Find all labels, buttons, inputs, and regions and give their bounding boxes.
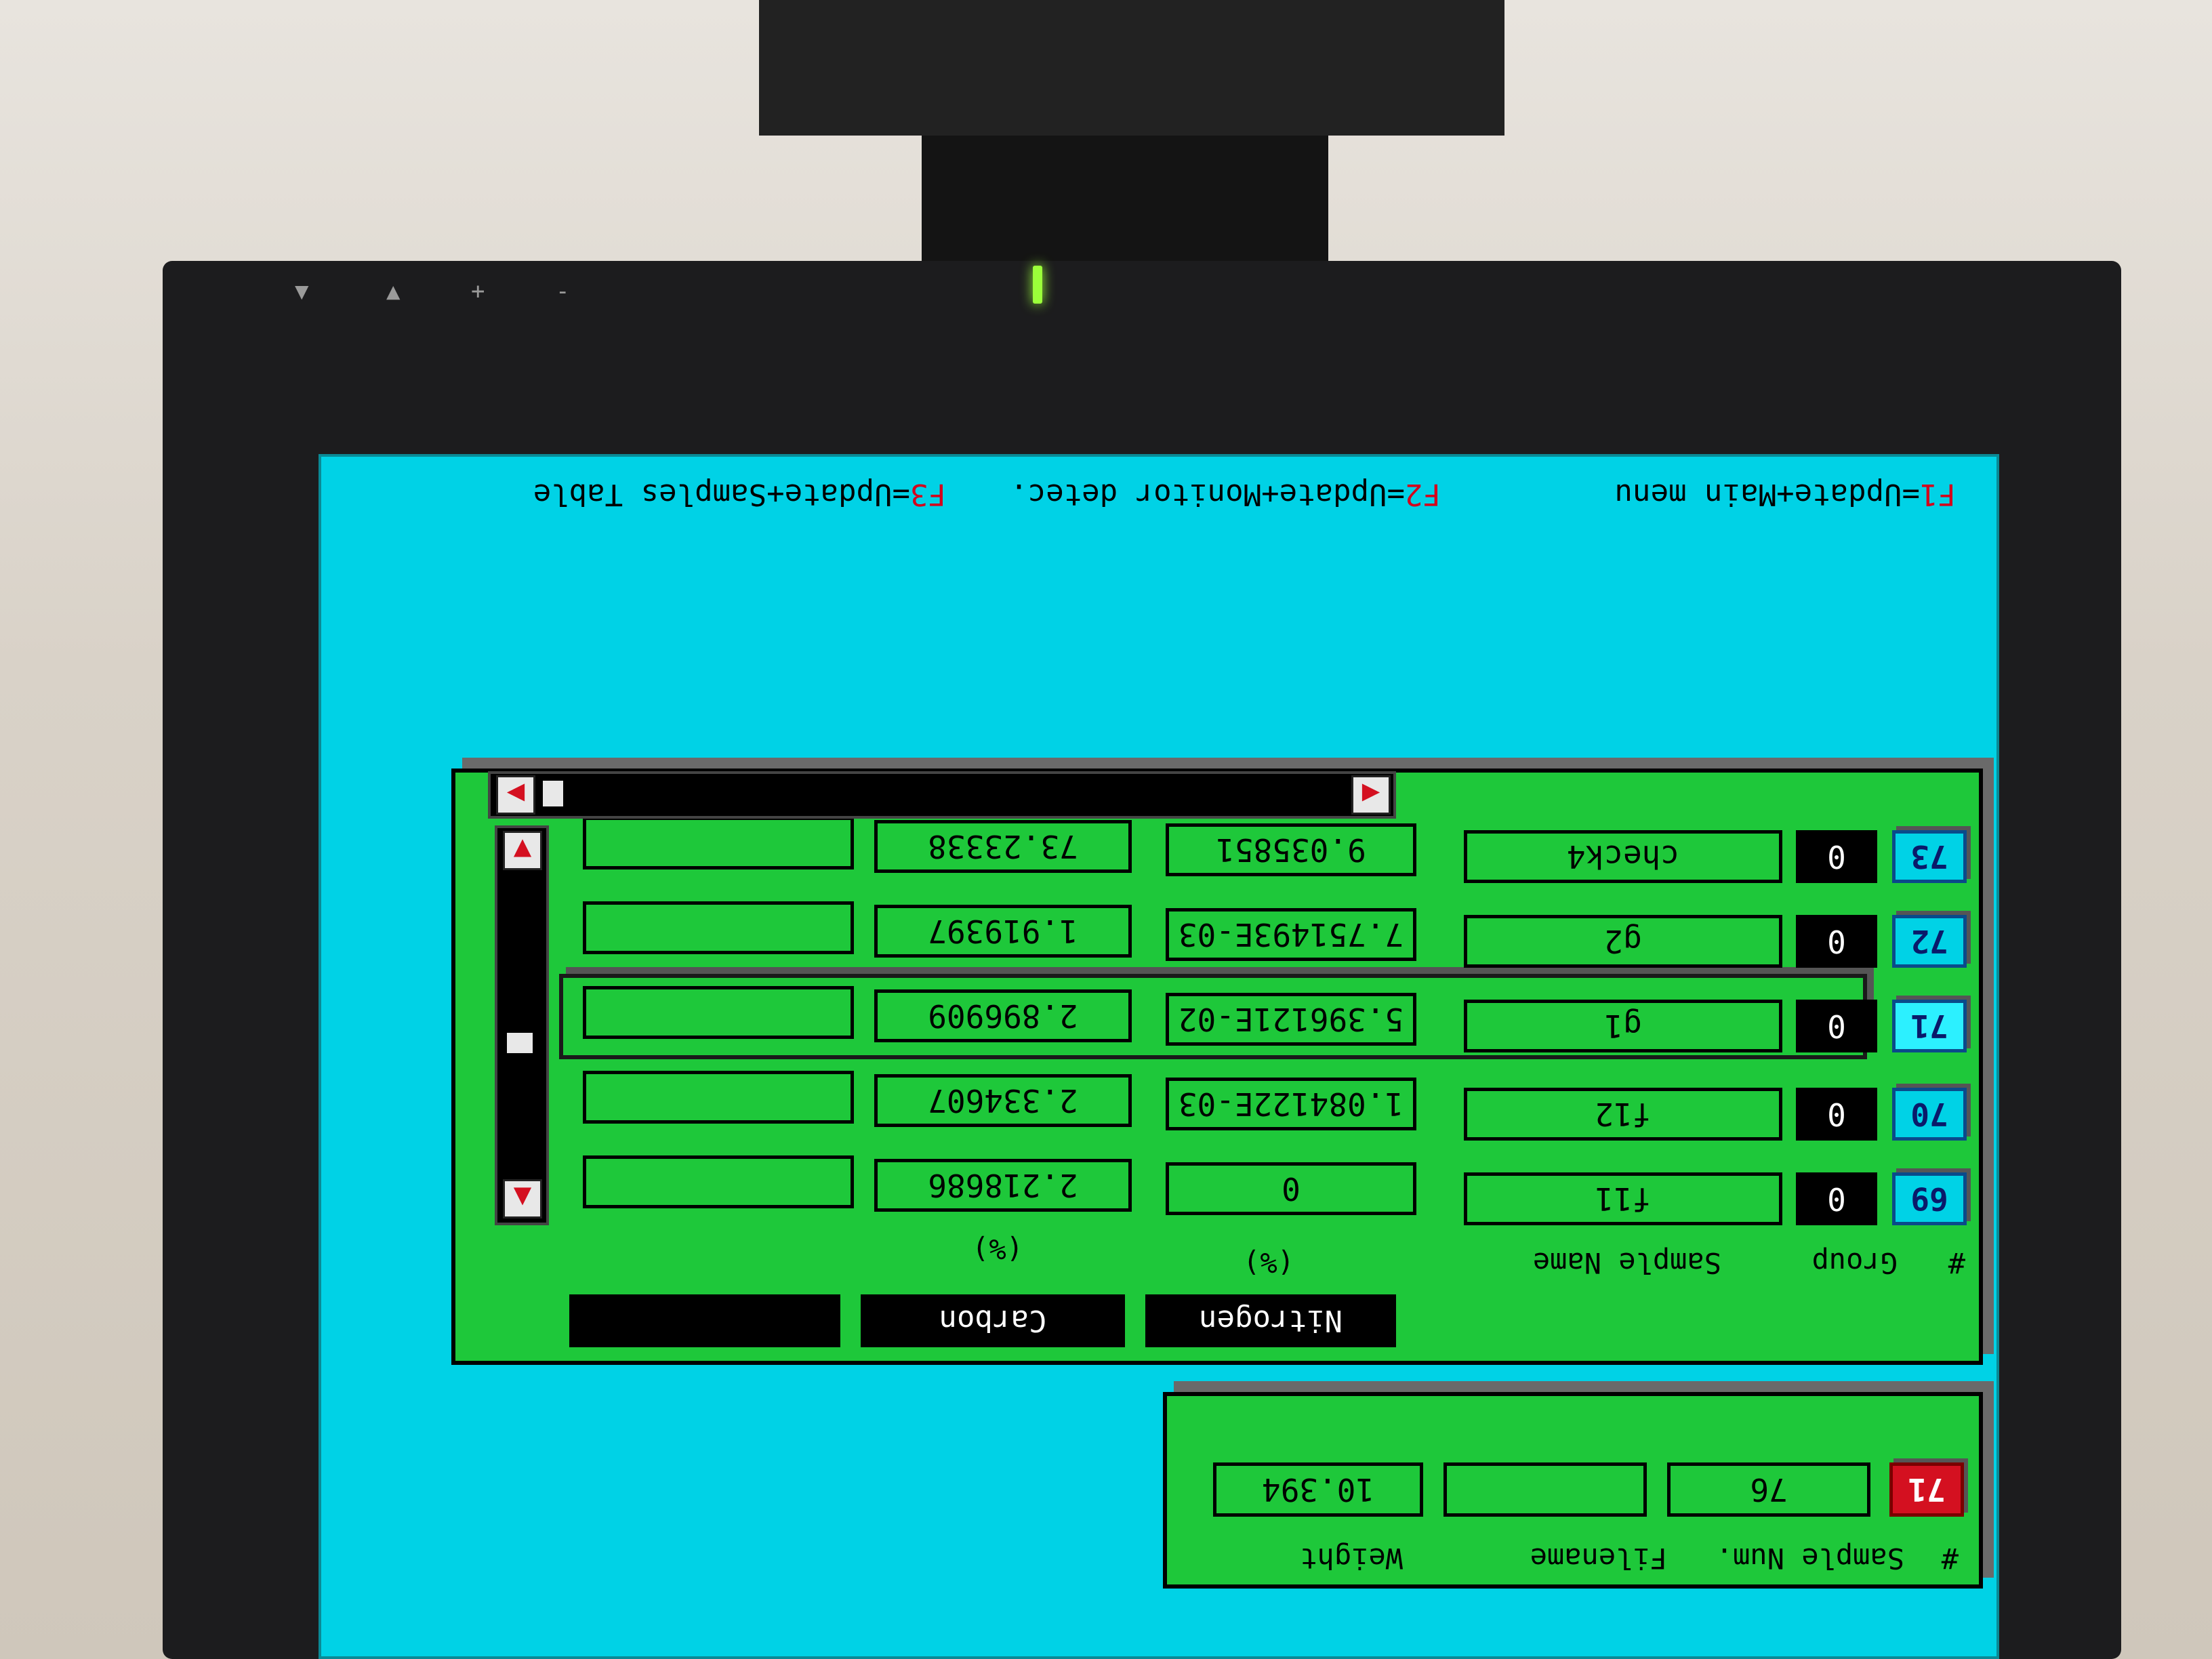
col-group: Group	[1811, 1246, 1898, 1279]
header-hash: #	[1941, 1542, 1959, 1575]
hotkey-bar: F1=Update+Main menu F2=Update+Monitor de…	[321, 477, 1996, 531]
row-group[interactable]: 0	[1796, 1000, 1877, 1052]
row-carbon: 1.919397	[874, 905, 1132, 958]
horizontal-scrollbar[interactable]: ◀ ▶	[488, 771, 1396, 819]
row-carbon: 2.218686	[874, 1159, 1132, 1212]
row-sample-name[interactable]: f11	[1464, 1172, 1782, 1225]
header-weight: Weight	[1300, 1542, 1403, 1575]
row-carbon: 2.896909	[874, 989, 1132, 1042]
row-nitrogen: 5.396121E-02	[1166, 993, 1416, 1046]
row-number: 73	[1892, 830, 1967, 883]
header-filename: Filename	[1530, 1542, 1667, 1575]
tab-carbon[interactable]: Carbon	[861, 1294, 1125, 1347]
tab-nitrogen[interactable]: Nitrogen	[1145, 1294, 1396, 1347]
scroll-left-arrow-icon[interactable]: ◀	[1351, 775, 1391, 815]
hotkey-f1[interactable]: F1=Update+Main menu	[1615, 477, 1956, 512]
bezel-down-button[interactable]: ▼	[295, 278, 308, 305]
col-sample-name: Sample Name	[1532, 1246, 1721, 1279]
row-carbon: 2.334607	[874, 1074, 1132, 1127]
sample-num-field[interactable]: 76	[1667, 1462, 1870, 1517]
row-number: 71	[1892, 1000, 1967, 1052]
scroll-up-arrow-icon[interactable]: ▲	[503, 1179, 542, 1218]
row-nitrogen: 1.084122E-03	[1166, 1078, 1416, 1130]
row-number: 72	[1892, 915, 1967, 968]
row-nitrogen: 7.751493E-03	[1166, 908, 1416, 961]
row-extra	[583, 1155, 854, 1208]
vertical-scroll-thumb[interactable]	[507, 1033, 533, 1053]
row-extra	[583, 986, 854, 1039]
row-extra	[583, 1071, 854, 1124]
power-led	[1033, 266, 1042, 304]
current-sample-number: 71	[1889, 1462, 1964, 1517]
monitor-stand-base	[759, 0, 1504, 136]
row-group[interactable]: 0	[1796, 915, 1877, 968]
scroll-down-arrow-icon[interactable]: ▼	[503, 831, 542, 870]
row-extra	[583, 901, 854, 954]
row-extra	[583, 817, 854, 869]
header-sample-num: Sample Num.	[1715, 1542, 1904, 1575]
row-group[interactable]: 0	[1796, 1172, 1877, 1225]
col-carbon-unit: (%)	[972, 1233, 1023, 1266]
current-sample-panel: # Sample Num. Filename Weight 71 76 10.3…	[1163, 1392, 1983, 1589]
vertical-scrollbar[interactable]: ▲ ▼	[495, 825, 549, 1225]
row-sample-name[interactable]: g2	[1464, 915, 1782, 968]
row-number: 70	[1892, 1088, 1967, 1141]
samples-table-panel: Nitrogen Carbon # Group Sample Name (%) …	[451, 769, 1983, 1365]
col-nitrogen-unit: (%)	[1243, 1246, 1294, 1279]
horizontal-scroll-thumb[interactable]	[543, 781, 563, 806]
tab-extra[interactable]	[569, 1294, 840, 1347]
row-group[interactable]: 0	[1796, 1088, 1877, 1141]
filename-field[interactable]	[1443, 1462, 1647, 1517]
row-carbon: 73.23338	[874, 820, 1132, 873]
hotkey-f2[interactable]: F2=Update+Monitor detec.	[1010, 477, 1441, 512]
row-sample-name[interactable]: check4	[1464, 830, 1782, 883]
row-number: 69	[1892, 1172, 1967, 1225]
row-nitrogen: 9.035851	[1166, 823, 1416, 876]
monitor-screen: F1=Update+Main menu F2=Update+Monitor de…	[319, 454, 1999, 1659]
scroll-right-arrow-icon[interactable]: ▶	[496, 775, 535, 815]
dos-application: F1=Update+Main menu F2=Update+Monitor de…	[319, 454, 1999, 1659]
row-nitrogen: 0	[1166, 1162, 1416, 1215]
bezel-plus-button[interactable]: +	[471, 278, 485, 305]
weight-field[interactable]: 10.394	[1213, 1462, 1423, 1517]
row-group[interactable]: 0	[1796, 830, 1877, 883]
row-sample-name[interactable]: g1	[1464, 1000, 1782, 1052]
row-sample-name[interactable]: f12	[1464, 1088, 1782, 1141]
bezel-minus-button[interactable]: -	[556, 278, 569, 305]
hotkey-f3[interactable]: F3=Update+Samples Table	[533, 477, 946, 512]
col-hash: #	[1948, 1246, 1965, 1279]
bezel-up-button[interactable]: ▲	[386, 278, 400, 305]
